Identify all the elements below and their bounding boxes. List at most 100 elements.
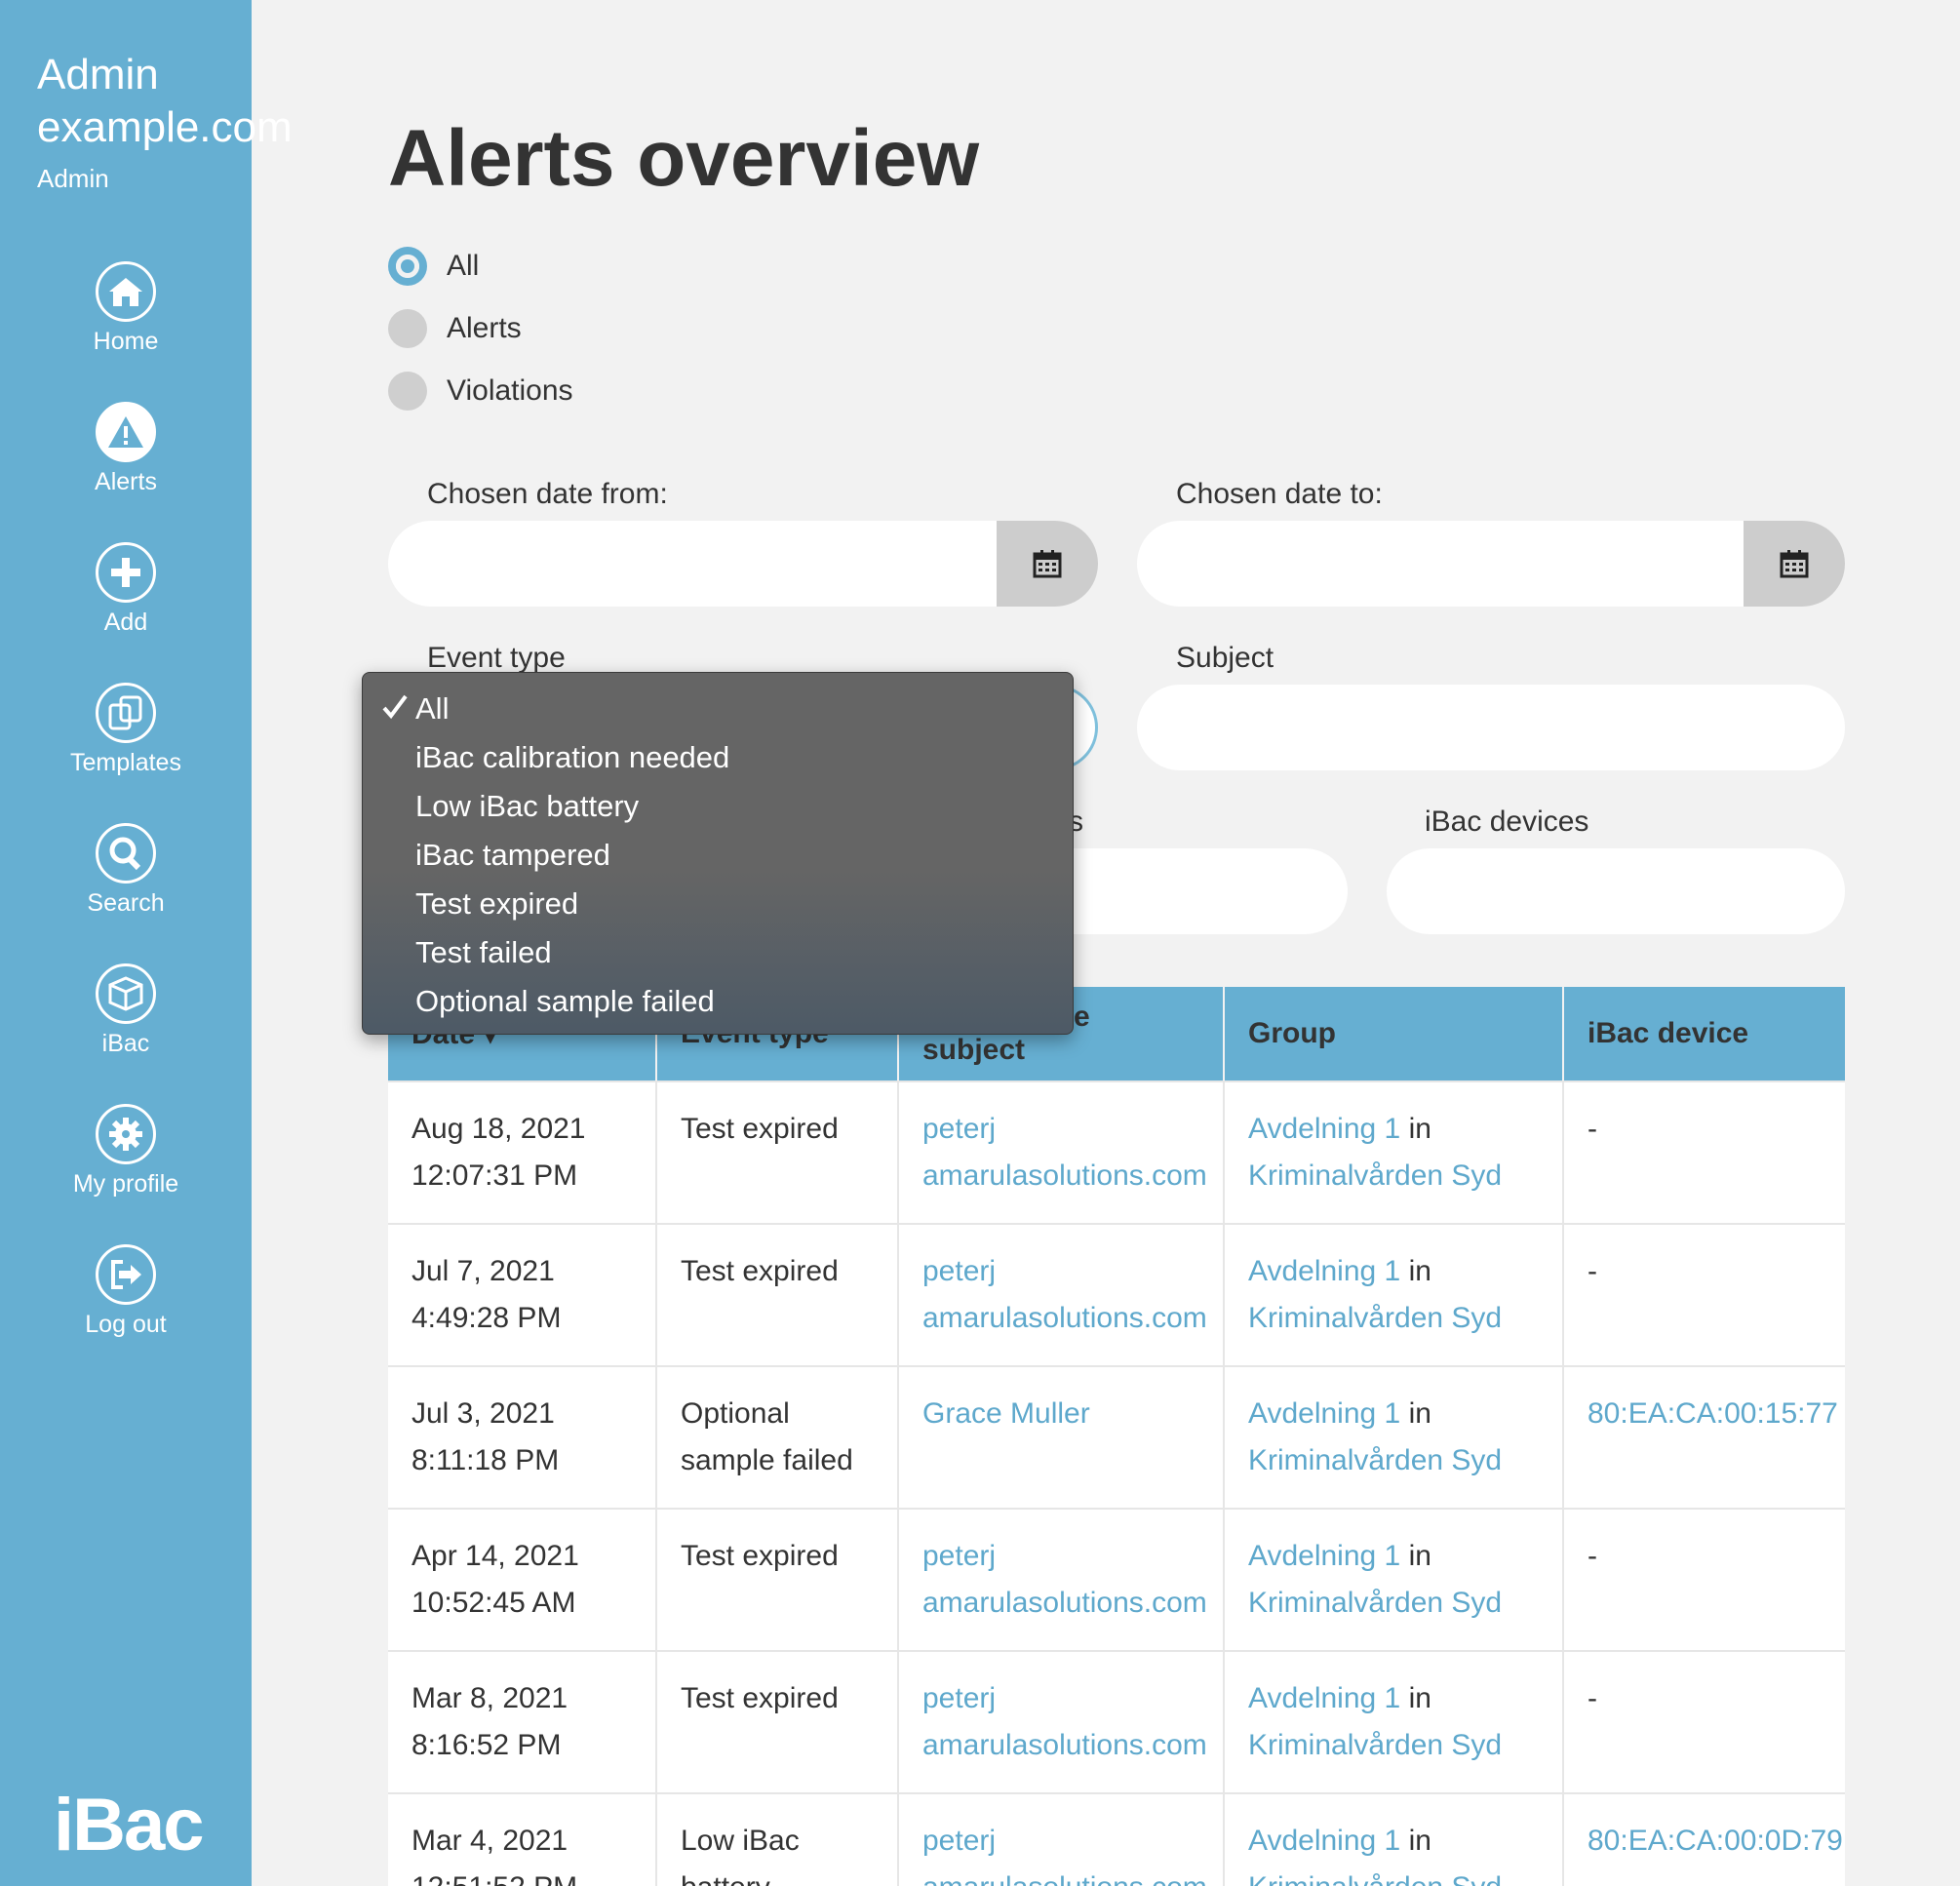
plus-icon	[96, 542, 156, 603]
cell-date: Mar 8, 2021 8:16:52 PM	[388, 1652, 657, 1792]
calendar-icon	[1780, 550, 1809, 578]
group-link[interactable]: Avdelning 1	[1248, 1255, 1400, 1287]
group-link[interactable]: Avdelning 1	[1248, 1540, 1400, 1572]
sidebar-item-log-out[interactable]: Log out	[0, 1244, 252, 1339]
cell-date: Aug 18, 2021 12:07:31 PM	[388, 1082, 657, 1223]
column-header-group[interactable]: Group	[1225, 987, 1564, 1081]
table-row: Apr 14, 2021 10:52:45 AM Test expired pet…	[388, 1508, 1845, 1650]
sidebar-item-label: Alerts	[95, 468, 157, 495]
column-header-ibac-device[interactable]: iBac device	[1564, 987, 1845, 1081]
cell-subject: peterjamarulasolutions.com	[899, 1082, 1225, 1223]
cell-event-type: Test expired	[657, 1225, 899, 1365]
sidebar-item-templates[interactable]: Templates	[0, 683, 252, 777]
sidebar-item-ibac[interactable]: iBac	[0, 963, 252, 1058]
dropdown-option-ibac-tampered[interactable]: iBac tampered	[363, 831, 1073, 880]
date-to-label: Chosen date to:	[1176, 478, 1383, 510]
table-row: Mar 4, 202112:51:52 PM Low iBacbattery p…	[388, 1792, 1845, 1886]
organization-link[interactable]: Kriminalvården Syd	[1248, 1729, 1502, 1761]
dropdown-option-all[interactable]: All	[363, 685, 1073, 733]
account-name-line2: example.com	[37, 103, 293, 151]
cell-date: Jul 7, 2021 4:49:28 PM	[388, 1225, 657, 1365]
radio-violations[interactable]: Violations	[388, 372, 573, 411]
subject-label: Subject	[1176, 642, 1274, 674]
group-link[interactable]: Avdelning 1	[1248, 1113, 1400, 1145]
radio-dot-checked[interactable]	[388, 247, 427, 286]
dropdown-option-optional-sample-failed[interactable]: Optional sample failed	[363, 977, 1073, 1026]
cell-subject: peterjamarulasolutions.com	[899, 1652, 1225, 1792]
organization-link[interactable]: Kriminalvården Syd	[1248, 1871, 1502, 1886]
page-title: Alerts overview	[388, 114, 980, 203]
sidebar-item-add[interactable]: Add	[0, 542, 252, 637]
account-name-line1: Admin	[37, 51, 159, 98]
date-to-input[interactable]	[1137, 521, 1845, 607]
subject-link[interactable]: peterjamarulasolutions.com	[922, 1248, 1207, 1342]
cell-date: Mar 4, 202112:51:52 PM	[388, 1794, 657, 1886]
home-icon	[96, 261, 156, 322]
radio-all[interactable]: All	[388, 247, 479, 286]
checkmark-icon	[382, 694, 408, 720]
radio-label: Violations	[447, 374, 573, 407]
radio-dot[interactable]	[388, 372, 427, 411]
organization-link[interactable]: Kriminalvården Syd	[1248, 1587, 1502, 1619]
subject-link[interactable]: peterjamarulasolutions.com	[922, 1106, 1207, 1199]
group-link[interactable]: Avdelning 1	[1248, 1397, 1400, 1430]
sidebar-item-my-profile[interactable]: My profile	[0, 1104, 252, 1198]
group-link[interactable]: Avdelning 1	[1248, 1682, 1400, 1714]
date-to-field[interactable]	[1137, 521, 1845, 607]
ibac-devices-input[interactable]	[1387, 848, 1845, 934]
radio-alerts[interactable]: Alerts	[388, 309, 522, 348]
box-icon	[96, 963, 156, 1024]
subject-link[interactable]: Grace Muller	[922, 1391, 1199, 1437]
sidebar-item-search[interactable]: Search	[0, 823, 252, 918]
table-row: Jul 7, 2021 4:49:28 PM Test expired peter…	[388, 1223, 1845, 1365]
cell-group: Avdelning 1 inKriminalvården Syd	[1225, 1794, 1564, 1886]
dropdown-option-test-failed[interactable]: Test failed	[363, 928, 1073, 977]
subject-link[interactable]: peterjamarulasolutions.com	[922, 1533, 1207, 1627]
radio-label: Alerts	[447, 312, 522, 344]
cell-ibac-device: -	[1588, 1682, 1597, 1714]
sidebar-item-label: My profile	[72, 1170, 179, 1198]
subject-link[interactable]: peterjamarulasolutions.com	[922, 1675, 1207, 1769]
radio-dot[interactable]	[388, 309, 427, 348]
account-info: Admin example.com Admin	[37, 49, 293, 194]
cell-event-type: Test expired	[657, 1652, 899, 1792]
date-to-calendar-button[interactable]	[1744, 521, 1845, 607]
organization-link[interactable]: Kriminalvården Syd	[1248, 1444, 1502, 1476]
sidebar-item-alerts[interactable]: Alerts	[0, 402, 252, 496]
organization-link[interactable]: Kriminalvården Syd	[1248, 1302, 1502, 1334]
date-from-input[interactable]	[388, 521, 1098, 607]
cell-ibac-device[interactable]: 80:EA:CA:00:0D:79	[1564, 1794, 1845, 1886]
account-role: Admin	[37, 164, 109, 193]
dropdown-option-low-ibac-battery[interactable]: Low iBac battery	[363, 782, 1073, 831]
date-from-field[interactable]	[388, 521, 1098, 607]
event-type-label: Event type	[427, 642, 566, 674]
templates-icon	[96, 683, 156, 743]
ibac-devices-label: iBac devices	[1425, 805, 1589, 838]
organization-link[interactable]: Kriminalvården Syd	[1248, 1159, 1502, 1192]
date-from-label: Chosen date from:	[427, 478, 668, 510]
ibac-logo: iBac	[54, 1784, 205, 1866]
cell-event-type: Test expired	[657, 1510, 899, 1650]
date-from-calendar-button[interactable]	[997, 521, 1098, 607]
group-link[interactable]: Avdelning 1	[1248, 1825, 1400, 1857]
sidebar: Admin example.com Admin Home Alerts Add …	[0, 0, 293, 1886]
cell-ibac-device[interactable]: 80:EA:CA:00:15:77	[1564, 1367, 1845, 1508]
logout-icon	[96, 1244, 156, 1305]
sidebar-item-home[interactable]: Home	[0, 261, 252, 356]
subject-input[interactable]	[1137, 685, 1845, 770]
radio-label: All	[447, 250, 480, 282]
dropdown-option-test-expired[interactable]: Test expired	[363, 880, 1073, 928]
sidebar-item-label: Home	[93, 328, 159, 355]
cell-group: Avdelning 1 inKriminalvården Syd	[1225, 1367, 1564, 1508]
cell-subject: peterjamarulasolutions.com	[899, 1510, 1225, 1650]
subject-link[interactable]: peterjamarulasolutions.com	[922, 1818, 1207, 1886]
cell-group: Avdelning 1 inKriminalvården Syd	[1225, 1225, 1564, 1365]
dropdown-option-ibac-calibration-needed[interactable]: iBac calibration needed	[363, 733, 1073, 782]
cell-subject: peterjamarulasolutions.com	[899, 1794, 1225, 1886]
cell-group: Avdelning 1 inKriminalvården Syd	[1225, 1652, 1564, 1792]
cell-group: Avdelning 1 inKriminalvården Syd	[1225, 1510, 1564, 1650]
cell-group: Avdelning 1 inKriminalvården Syd	[1225, 1082, 1564, 1223]
cell-date: Jul 3, 2021 8:11:18 PM	[388, 1367, 657, 1508]
calendar-icon	[1033, 550, 1062, 578]
gear-icon	[96, 1104, 156, 1164]
